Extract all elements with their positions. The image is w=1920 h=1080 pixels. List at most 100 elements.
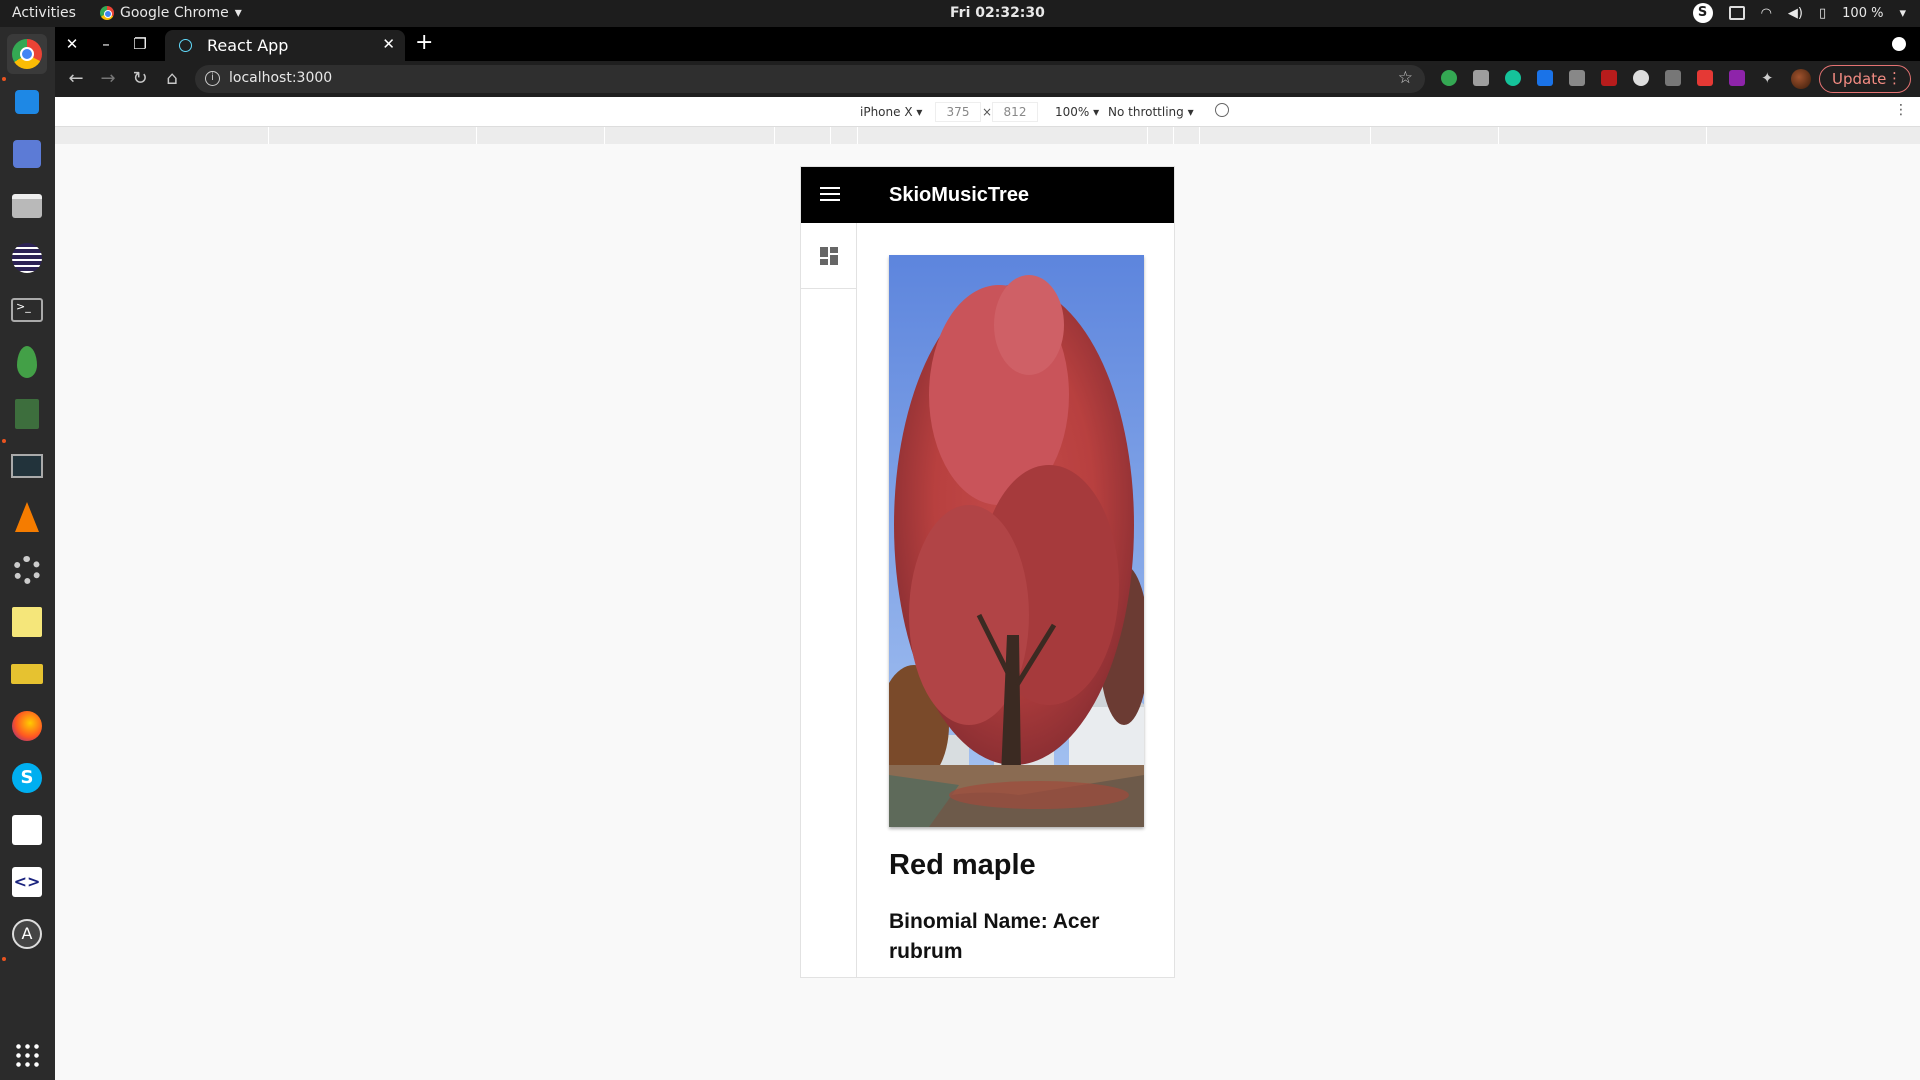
nav-item-dashboard[interactable] xyxy=(801,223,857,289)
dock-files[interactable] xyxy=(7,186,47,226)
device-toolbar-menu-icon[interactable]: ⋮ xyxy=(1894,102,1908,118)
chevron-down-icon[interactable]: ▾ xyxy=(1899,6,1906,21)
show-applications-icon[interactable] xyxy=(14,1042,40,1068)
tab-react-app[interactable]: React App ✕ xyxy=(165,30,405,61)
extension-icon[interactable] xyxy=(1441,70,1457,86)
chrome-icon-center xyxy=(20,47,34,61)
tree-info-card: Red maple Binomial Name: Acer rubrum xyxy=(889,847,1144,977)
extension-icon[interactable] xyxy=(1729,70,1745,86)
menu-icon[interactable] xyxy=(820,187,840,202)
width-input[interactable]: 375 xyxy=(935,102,981,122)
remote-desktop-icon xyxy=(13,140,41,168)
dock-eclipse[interactable] xyxy=(7,238,47,278)
rotate-icon[interactable] xyxy=(1215,103,1229,117)
zoom-select[interactable]: 100% ▾ xyxy=(1055,105,1099,119)
software-updater-icon: A xyxy=(12,919,42,949)
site-info-icon[interactable]: i xyxy=(205,71,220,86)
mongodb-icon xyxy=(17,346,37,378)
window-minimize-icon[interactable]: – xyxy=(95,33,117,55)
chart-app-icon xyxy=(12,815,42,845)
home-icon[interactable]: ⌂ xyxy=(161,68,183,90)
dock-sticky-notes[interactable] xyxy=(7,602,47,642)
react-icon xyxy=(179,39,192,52)
tree-photo xyxy=(889,255,1144,827)
window-restore-icon[interactable]: ❐ xyxy=(129,33,151,55)
dock-vlc[interactable] xyxy=(7,498,47,538)
address-bar[interactable]: i localhost:3000 ☆ xyxy=(195,65,1425,93)
dock-ruler[interactable] xyxy=(7,654,47,694)
ublock-icon[interactable] xyxy=(1601,70,1617,86)
sticky-note-icon xyxy=(12,607,42,637)
dock-remote[interactable] xyxy=(7,134,47,174)
dock-vscode[interactable] xyxy=(7,82,47,122)
indicator-icon[interactable] xyxy=(1728,6,1745,20)
extensions-puzzle-icon[interactable]: ✦ xyxy=(1761,70,1777,86)
dock-mongodb[interactable] xyxy=(7,342,47,382)
throttling-select[interactable]: No throttling ▾ xyxy=(1108,105,1194,119)
tab-close-icon[interactable]: ✕ xyxy=(382,35,395,53)
update-button[interactable]: Update ⋮ xyxy=(1819,65,1911,93)
vlc-icon xyxy=(15,502,39,532)
battery-icon[interactable]: ▯ xyxy=(1819,6,1826,21)
window-close-icon[interactable]: ✕ xyxy=(61,33,83,55)
dimension-separator: × xyxy=(982,105,993,119)
tree-name: Red maple xyxy=(889,849,1036,881)
dock-skype[interactable]: S xyxy=(7,758,47,798)
browser-toolbar: ← → ↻ ⌂ i localhost:3000 ☆ ✦ Update ⋮ xyxy=(55,61,1920,97)
extension-icon[interactable] xyxy=(1665,70,1681,86)
battery-label: 100 % xyxy=(1842,5,1884,21)
extension-icon[interactable] xyxy=(1633,70,1649,86)
device-select[interactable]: iPhone X ▾ xyxy=(860,105,922,119)
running-indicator xyxy=(2,77,6,81)
dock-charts[interactable] xyxy=(7,810,47,850)
new-tab-button[interactable]: + xyxy=(415,30,433,55)
dock-notes[interactable] xyxy=(7,394,47,434)
vscode-icon xyxy=(15,90,39,114)
dock-updater[interactable]: A xyxy=(7,914,47,954)
kebab-menu-icon: ⋮ xyxy=(1887,69,1902,87)
activities-button[interactable]: Activities xyxy=(12,5,76,21)
extension-icon[interactable] xyxy=(1537,70,1553,86)
url-text[interactable]: localhost:3000 xyxy=(229,70,332,86)
dock-firefox[interactable] xyxy=(7,706,47,746)
extension-icon[interactable] xyxy=(1697,70,1713,86)
forward-icon[interactable]: → xyxy=(97,68,119,90)
device-toolbar: iPhone X ▾ 375 × 812 100% ▾ No throttlin… xyxy=(55,97,1920,127)
nav-rail xyxy=(801,223,857,977)
app-menu[interactable]: Google Chrome ▾ xyxy=(100,5,242,21)
dock-monitor[interactable] xyxy=(7,446,47,486)
binomial-name: Binomial Name: Acer rubrum xyxy=(889,910,1100,963)
tab-search-icon[interactable] xyxy=(1892,37,1906,51)
media-query-bar[interactable] xyxy=(55,127,1920,144)
back-icon[interactable]: ← xyxy=(65,68,87,90)
dock-settings[interactable] xyxy=(7,550,47,590)
app-menu-label: Google Chrome xyxy=(120,5,229,21)
clock[interactable]: Fri 02:32:30 xyxy=(950,5,1045,21)
eclipse-icon xyxy=(12,243,42,273)
skype-tray-icon[interactable]: S xyxy=(1692,3,1713,23)
app-title: SkioMusicTree xyxy=(889,184,1030,206)
system-monitor-icon xyxy=(11,454,43,478)
avatar[interactable] xyxy=(1791,69,1811,89)
tab-strip: ✕ – ❐ React App ✕ + xyxy=(55,27,1920,61)
wifi-icon[interactable]: ◠ xyxy=(1761,6,1772,21)
extension-icon[interactable] xyxy=(1473,70,1489,86)
dock-code-editor[interactable]: <> xyxy=(7,862,47,902)
volume-icon[interactable]: ◀) xyxy=(1788,6,1803,21)
firefox-icon xyxy=(12,711,42,741)
grammarly-icon[interactable] xyxy=(1505,70,1521,86)
emulated-viewport: SkioMusicTree Red maple Binomial Name: A… xyxy=(800,166,1175,978)
dock-chrome[interactable] xyxy=(7,34,47,74)
tab-title: React App xyxy=(207,36,289,55)
system-tray[interactable]: S ◠ ◀) ▯ 100 % ▾ xyxy=(1692,3,1906,23)
dock-terminal[interactable]: >_ xyxy=(7,290,47,330)
bookmark-star-icon[interactable]: ☆ xyxy=(1398,68,1413,88)
settings-icon xyxy=(13,556,41,584)
skype-icon: S xyxy=(12,763,42,793)
height-input[interactable]: 812 xyxy=(992,102,1038,122)
running-indicator xyxy=(2,957,6,961)
chrome-icon xyxy=(100,6,114,20)
terminal-icon: >_ xyxy=(11,298,43,322)
reload-icon[interactable]: ↻ xyxy=(129,68,151,90)
extension-icon[interactable] xyxy=(1569,70,1585,86)
